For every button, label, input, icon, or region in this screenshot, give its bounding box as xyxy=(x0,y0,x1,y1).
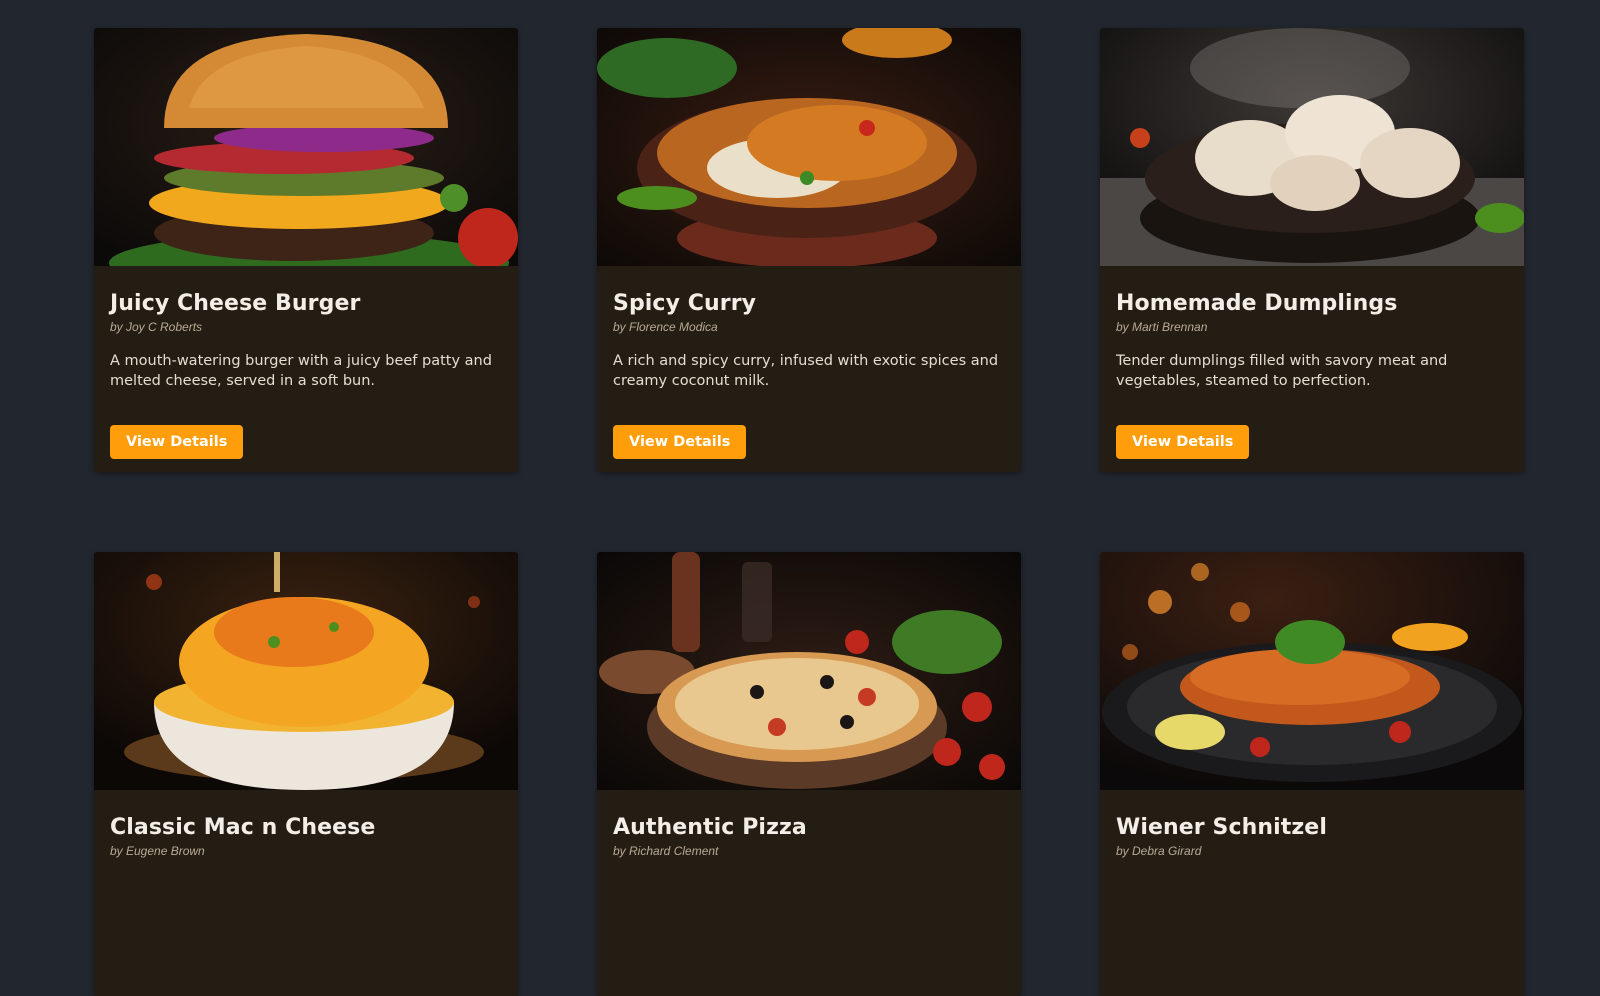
recipe-description: A rich and spicy curry, infused with exo… xyxy=(613,353,999,389)
recipe-author: by Florence Modica xyxy=(613,320,718,334)
recipe-card: Homemade Dumplings by Marti Brennan Tend… xyxy=(1100,28,1524,472)
recipe-image-dumplings[interactable] xyxy=(1100,28,1524,266)
recipe-title: Wiener Schnitzel xyxy=(1116,815,1327,840)
recipe-card: Spicy Curry by Florence Modica A rich an… xyxy=(597,28,1021,472)
recipe-image-pizza[interactable] xyxy=(597,552,1021,790)
recipe-image-burger[interactable] xyxy=(94,28,518,266)
recipe-card: Juicy Cheese Burger by Joy C Roberts A m… xyxy=(94,28,518,472)
recipe-author: by Marti Brennan xyxy=(1116,320,1208,334)
recipe-author: by Eugene Brown xyxy=(110,844,205,858)
recipe-title: Classic Mac n Cheese xyxy=(110,815,376,840)
recipe-author: by Richard Clement xyxy=(613,844,719,858)
recipe-image-curry[interactable] xyxy=(597,28,1021,266)
recipe-card: Wiener Schnitzel by Debra Girard xyxy=(1100,552,1524,996)
view-details-button[interactable]: View Details xyxy=(110,425,244,459)
recipe-author: by Joy C Roberts xyxy=(110,320,203,334)
recipe-title: Homemade Dumplings xyxy=(1116,291,1398,316)
view-details-button[interactable]: View Details xyxy=(1116,425,1250,459)
recipe-image-mac-n-cheese[interactable] xyxy=(94,552,518,790)
view-details-button[interactable]: View Details xyxy=(613,425,747,459)
recipe-image-schnitzel[interactable] xyxy=(1100,552,1524,790)
recipe-description: A mouth-watering burger with a juicy bee… xyxy=(110,353,492,389)
recipe-title: Spicy Curry xyxy=(613,291,757,316)
recipe-card: Authentic Pizza by Richard Clement xyxy=(597,552,1021,996)
recipe-description: Tender dumplings filled with savory meat… xyxy=(1116,353,1448,389)
recipe-author: by Debra Girard xyxy=(1116,844,1202,858)
recipe-title: Authentic Pizza xyxy=(613,815,807,840)
recipe-card: Classic Mac n Cheese by Eugene Brown xyxy=(94,552,518,996)
recipe-grid: Juicy Cheese Burger by Joy C Roberts A m… xyxy=(94,28,1524,996)
recipe-title: Juicy Cheese Burger xyxy=(110,291,361,316)
